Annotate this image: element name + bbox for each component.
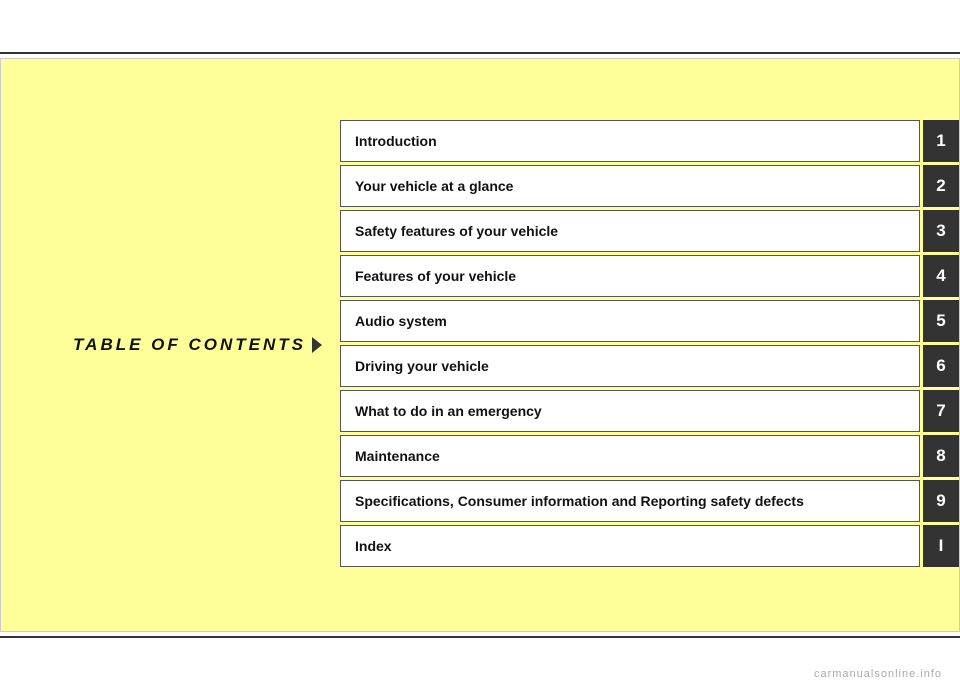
- toc-item-number: 2: [923, 165, 959, 207]
- toc-item-label[interactable]: Maintenance: [340, 435, 920, 477]
- toc-item-number: 6: [923, 345, 959, 387]
- toc-item-label[interactable]: Introduction: [340, 120, 920, 162]
- top-divider: [0, 52, 960, 54]
- toc-item-label[interactable]: Features of your vehicle: [340, 255, 920, 297]
- table-row[interactable]: Audio system5: [340, 300, 959, 342]
- toc-item-number: 1: [923, 120, 959, 162]
- left-panel: TABLE OF CONTENTS: [0, 58, 340, 632]
- toc-arrow-icon: [312, 337, 322, 353]
- table-row[interactable]: Specifications, Consumer information and…: [340, 480, 959, 522]
- table-row[interactable]: Features of your vehicle4: [340, 255, 959, 297]
- toc-item-number: 7: [923, 390, 959, 432]
- toc-item-number: 9: [923, 480, 959, 522]
- toc-item-number: 4: [923, 255, 959, 297]
- toc-item-label[interactable]: Your vehicle at a glance: [340, 165, 920, 207]
- toc-list: Introduction1Your vehicle at a glance2Sa…: [340, 58, 960, 632]
- table-row[interactable]: Introduction1: [340, 120, 959, 162]
- toc-item-number: 5: [923, 300, 959, 342]
- table-row[interactable]: IndexI: [340, 525, 959, 567]
- toc-item-number: I: [923, 525, 959, 567]
- table-row[interactable]: Safety features of your vehicle3: [340, 210, 959, 252]
- toc-title: TABLE OF CONTENTS: [73, 335, 322, 355]
- table-row[interactable]: What to do in an emergency7: [340, 390, 959, 432]
- toc-item-label[interactable]: Specifications, Consumer information and…: [340, 480, 920, 522]
- toc-item-label[interactable]: Safety features of your vehicle: [340, 210, 920, 252]
- toc-item-label[interactable]: What to do in an emergency: [340, 390, 920, 432]
- toc-item-number: 8: [923, 435, 959, 477]
- toc-item-number: 3: [923, 210, 959, 252]
- toc-item-label[interactable]: Driving your vehicle: [340, 345, 920, 387]
- main-container: TABLE OF CONTENTS Introduction1Your vehi…: [0, 58, 960, 632]
- table-row[interactable]: Maintenance8: [340, 435, 959, 477]
- toc-item-label[interactable]: Audio system: [340, 300, 920, 342]
- toc-item-label[interactable]: Index: [340, 525, 920, 567]
- watermark: carmanualsonline.info: [814, 668, 942, 680]
- bottom-divider: [0, 636, 960, 638]
- toc-title-text: TABLE OF CONTENTS: [73, 335, 306, 355]
- table-row[interactable]: Driving your vehicle6: [340, 345, 959, 387]
- table-row[interactable]: Your vehicle at a glance2: [340, 165, 959, 207]
